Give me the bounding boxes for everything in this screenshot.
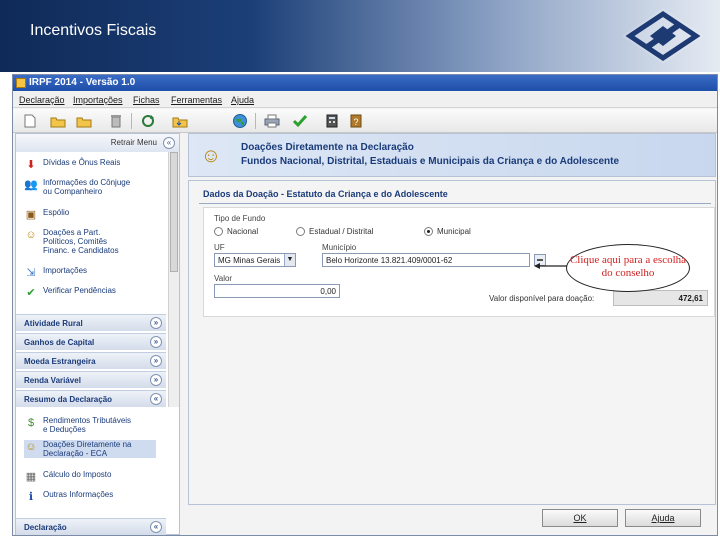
check-icon: ✔ xyxy=(26,287,36,299)
slide-header: Incentivos Fiscais xyxy=(0,0,720,72)
sidebar-item-espolio[interactable]: ▣ Espólio xyxy=(24,208,69,222)
valor-disponivel-field: 472,61 xyxy=(613,290,708,306)
chevron-down-icon[interactable]: » xyxy=(150,317,162,329)
section-declaracao[interactable]: Declaração « xyxy=(16,518,166,535)
retrair-menu-label: Retrair Menu xyxy=(110,138,157,147)
chevron-down-icon[interactable]: ▼ xyxy=(284,254,295,266)
open-folder-icon[interactable] xyxy=(49,112,67,130)
section-renda-variavel[interactable]: Renda Variável » xyxy=(16,371,166,388)
sidebar: Retrair Menu « ⬇ Dívidas e Ônus Reais 👥 … xyxy=(15,133,180,535)
debt-arrow-icon: ⬇ xyxy=(26,159,36,171)
menu-ajuda[interactable]: Ajuda xyxy=(231,95,254,105)
toolbar-separator xyxy=(255,113,256,129)
check-icon[interactable] xyxy=(291,112,309,130)
radio-municipal[interactable]: Municipal xyxy=(424,227,471,236)
receita-federal-logo xyxy=(622,8,704,64)
menubar: Declaração Importações Fichas Ferramenta… xyxy=(13,92,717,108)
menu-fichas[interactable]: Fichas xyxy=(133,95,160,105)
header-title: Doações Diretamente na Declaração xyxy=(241,142,414,153)
sidebar-item-conjuge[interactable]: 👥 Informações do Cônjuge ou Companheiro xyxy=(24,178,130,196)
ajuda-button[interactable]: Ajuda xyxy=(625,509,701,527)
radio-estadual-distrital[interactable]: Estadual / Distrital xyxy=(296,227,373,236)
retrair-menu[interactable]: Retrair Menu « xyxy=(16,134,179,152)
new-file-icon[interactable] xyxy=(21,112,39,130)
valor-label: Valor xyxy=(214,274,233,283)
sidebar-item-rendimentos[interactable]: $ Rendimentos Tributáveis e Deduções xyxy=(24,416,131,434)
refresh-icon[interactable] xyxy=(139,112,157,130)
valor-input[interactable]: 0,00 xyxy=(214,284,340,298)
donation-icon: ☺ xyxy=(25,229,37,241)
sidebar-item-calculo[interactable]: ▦ Cálculo do Imposto xyxy=(24,470,112,484)
globe-icon[interactable] xyxy=(231,112,249,130)
municipio-field[interactable]: Belo Horizonte 13.821.409/0001-62 xyxy=(322,253,530,267)
ok-button[interactable]: OK xyxy=(542,509,618,527)
folder-icon[interactable] xyxy=(75,112,93,130)
svg-text:?: ? xyxy=(353,117,358,127)
toolbar: ? xyxy=(13,109,717,133)
sidebar-scrollbar[interactable] xyxy=(168,152,179,407)
sidebar-item-doacoes-partidos[interactable]: ☺ Doações a Part. Políticos, Comitês Fin… xyxy=(24,228,118,255)
chevron-down-icon[interactable]: » xyxy=(150,355,162,367)
divider xyxy=(199,203,711,204)
chevron-down-icon[interactable]: » xyxy=(150,336,162,348)
uf-select[interactable]: MG Minas Gerais ▼ xyxy=(214,253,296,267)
info-icon: ℹ xyxy=(28,491,34,503)
people-icon: ☺ xyxy=(200,145,222,167)
tipo-fundo-label: Tipo de Fundo xyxy=(214,214,266,223)
chevron-down-icon[interactable]: » xyxy=(150,374,162,386)
import-icon: ⇲ xyxy=(26,267,36,279)
toolbar-separator xyxy=(131,113,132,129)
window-titlebar: IRPF 2014 - Versão 1.0 xyxy=(13,75,717,91)
section-moeda-estrangeira[interactable]: Moeda Estrangeira » xyxy=(16,352,166,369)
chevron-up-icon[interactable]: « xyxy=(163,137,175,149)
uf-label: UF xyxy=(214,243,225,252)
menu-declaracao[interactable]: Declaração xyxy=(19,95,65,105)
slide-title: Incentivos Fiscais xyxy=(30,22,157,39)
section-resumo-declaracao[interactable]: Resumo da Declaração « xyxy=(16,390,166,407)
callout-text: Clique aqui para a escolha do conselho xyxy=(569,254,687,279)
chevron-up-icon[interactable]: « xyxy=(150,393,162,405)
sidebar-item-verificar[interactable]: ✔ Verificar Pendências xyxy=(24,286,116,300)
app-icon xyxy=(16,78,26,88)
donation-form-panel: Dados da Doação - Estatuto da Criança e … xyxy=(188,180,716,505)
chest-icon: ▣ xyxy=(25,209,37,221)
trash-icon[interactable] xyxy=(107,112,125,130)
main-header: ☺ Doações Diretamente na Declaração Fund… xyxy=(188,133,716,177)
spouse-icon: 👥 xyxy=(24,179,38,191)
calc-icon: ▦ xyxy=(25,471,37,483)
irpf-window: IRPF 2014 - Versão 1.0 Declaração Import… xyxy=(12,74,718,536)
radio-nacional[interactable]: Nacional xyxy=(214,227,258,236)
valor-disponivel-label: Valor disponível para doação: xyxy=(489,294,595,303)
sidebar-item-outras[interactable]: ℹ Outras Informações xyxy=(24,490,113,504)
section-ganhos-capital[interactable]: Ganhos de Capital » xyxy=(16,333,166,350)
sidebar-item-importacoes[interactable]: ⇲ Importações xyxy=(24,266,87,280)
section-atividade-rural[interactable]: Atividade Rural » xyxy=(16,314,166,331)
callout: Clique aqui para a escolha do conselho xyxy=(566,244,690,292)
print-icon[interactable] xyxy=(263,112,281,130)
calculator-icon[interactable] xyxy=(323,112,341,130)
help-book-icon[interactable]: ? xyxy=(347,112,365,130)
chevron-up-icon[interactable]: « xyxy=(150,521,162,533)
scrollbar-thumb[interactable] xyxy=(170,152,178,272)
money-icon: $ xyxy=(27,417,35,429)
menu-ferramentas[interactable]: Ferramentas xyxy=(171,95,222,105)
sidebar-item-dividas[interactable]: ⬇ Dívidas e Ônus Reais xyxy=(24,158,120,172)
people-icon: ☺ xyxy=(25,441,37,453)
municipio-label: Município xyxy=(322,243,357,252)
header-subtitle: Fundos Nacional, Distrital, Estaduais e … xyxy=(241,156,620,167)
save-folder-icon[interactable] xyxy=(171,112,189,130)
form-title: Dados da Doação - Estatuto da Criança e … xyxy=(203,189,448,199)
window-title: IRPF 2014 - Versão 1.0 xyxy=(29,77,136,88)
sidebar-item-doacoes-eca[interactable]: ☺ Doações Diretamente na Declaração - EC… xyxy=(24,440,156,458)
menu-importacoes[interactable]: Importações xyxy=(73,95,123,105)
